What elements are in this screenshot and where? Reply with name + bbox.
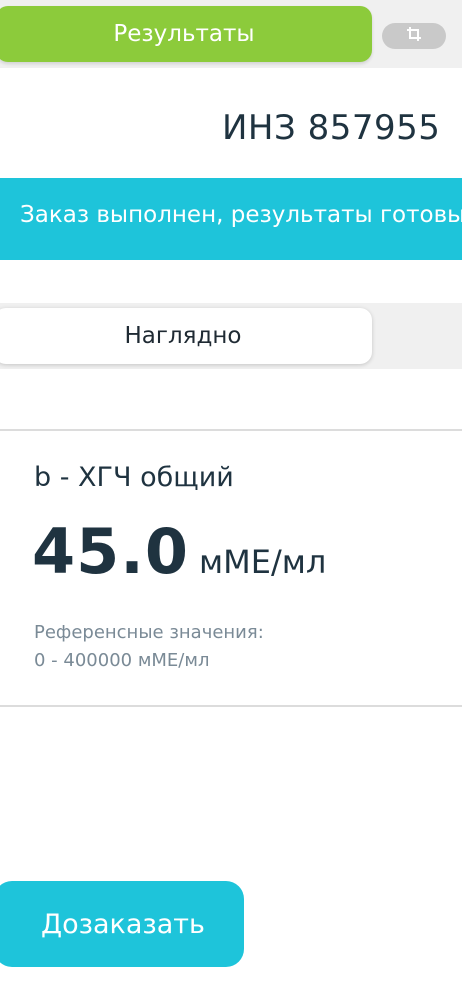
status-text: Заказ выполнен, результаты готовы: [20, 202, 462, 228]
crop-button[interactable]: [382, 23, 446, 49]
result-unit: мМЕ/мл: [198, 543, 327, 581]
top-tab-bar: Результаты: [0, 0, 462, 68]
tab-results[interactable]: Результаты: [0, 6, 372, 62]
tab-results-label: Результаты: [113, 21, 255, 47]
reference-label: Референсные значения:: [34, 622, 264, 643]
reorder-button[interactable]: Дозаказать: [0, 881, 244, 967]
reference-range: 0 - 400000 мМЕ/мл: [34, 650, 210, 671]
card-top-divider: [0, 429, 462, 431]
result-value: 45.0: [32, 515, 189, 588]
view-option-visual[interactable]: Наглядно: [0, 308, 372, 364]
results-screen: Результаты ИНЗ 857955 Заказ выполнен, ре…: [0, 0, 462, 1000]
test-name: b - ХГЧ общий: [34, 462, 234, 493]
order-number: ИНЗ 857955: [222, 108, 441, 148]
result-value-row: 45.0 мМЕ/мл: [32, 515, 326, 588]
view-selector: Наглядно: [0, 303, 462, 369]
reorder-button-label: Дозаказать: [41, 908, 205, 940]
crop-icon: [406, 26, 422, 46]
view-option-label: Наглядно: [124, 323, 242, 349]
card-bottom-divider: [0, 705, 462, 707]
status-banner: Заказ выполнен, результаты готовы: [0, 178, 462, 260]
